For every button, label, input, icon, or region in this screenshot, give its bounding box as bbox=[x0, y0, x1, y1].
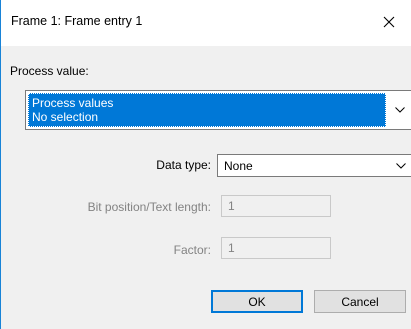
process-value-selection[interactable]: Process values No selection bbox=[28, 93, 386, 127]
cancel-button[interactable]: Cancel bbox=[314, 290, 406, 313]
process-value-dropdown-button[interactable] bbox=[389, 93, 411, 127]
chevron-down-icon bbox=[395, 107, 405, 113]
ok-button[interactable]: OK bbox=[211, 290, 303, 313]
title-bar: Frame 1: Frame entry 1 bbox=[1, 0, 411, 46]
close-button[interactable] bbox=[375, 8, 403, 36]
data-type-select[interactable]: None bbox=[217, 154, 411, 177]
data-type-label: Data type: bbox=[156, 158, 211, 172]
chevron-down-icon bbox=[396, 162, 406, 169]
data-type-dropdown-button[interactable] bbox=[392, 155, 410, 176]
factor-label: Factor: bbox=[173, 243, 211, 257]
window-title: Frame 1: Frame entry 1 bbox=[11, 14, 143, 28]
process-value-combobox[interactable]: Process values No selection bbox=[25, 90, 411, 130]
bit-position-field[interactable]: 1 bbox=[221, 195, 331, 217]
close-icon bbox=[383, 16, 395, 28]
process-value-line-2: No selection bbox=[32, 110, 99, 124]
process-value-label: Process value: bbox=[10, 64, 89, 78]
factor-field[interactable]: 1 bbox=[221, 237, 331, 259]
bit-position-label: Bit position/Text length: bbox=[87, 200, 211, 214]
process-value-line-1: Process values bbox=[32, 96, 114, 110]
dialog-window: Frame 1: Frame entry 1 Process value: Pr… bbox=[0, 0, 411, 329]
data-type-value: None bbox=[224, 159, 253, 173]
